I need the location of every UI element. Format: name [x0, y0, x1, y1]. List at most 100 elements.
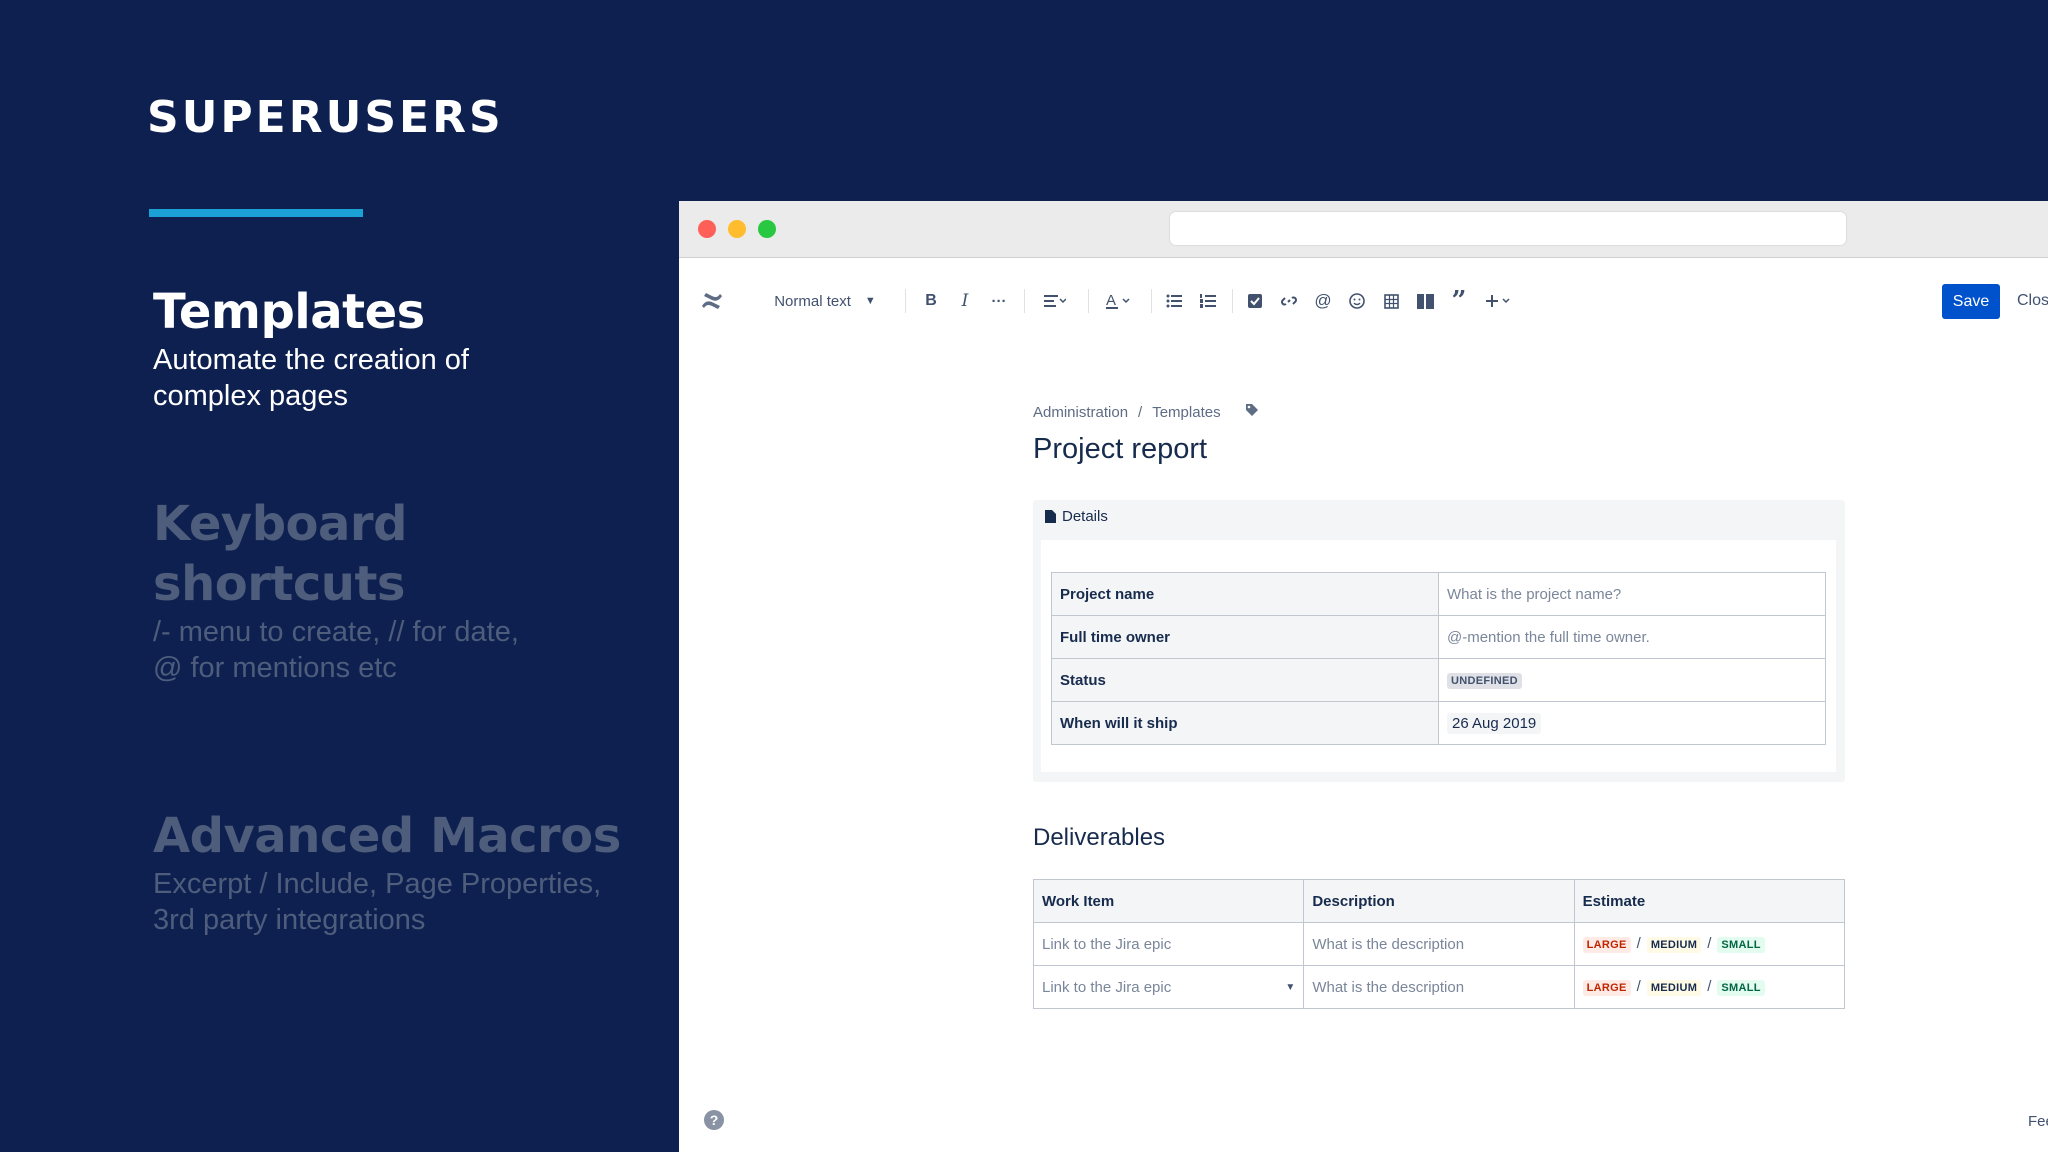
work-item-text: Link to the Jira epic: [1042, 978, 1172, 996]
italic-icon[interactable]: I: [953, 286, 977, 316]
close-button[interactable]: Close: [2017, 292, 2048, 310]
breadcrumb-item-templates[interactable]: Templates: [1152, 404, 1220, 421]
column-header-description[interactable]: Description: [1303, 879, 1575, 923]
work-item-cell[interactable]: Link to the Jira epic: [1032, 922, 1305, 966]
table-row: Link to the Jira epic ▼ What is the desc…: [1032, 965, 1846, 1009]
estimate-separator: /: [1707, 978, 1712, 995]
page-title[interactable]: Project report: [1033, 433, 1207, 466]
link-icon[interactable]: [1277, 286, 1301, 316]
help-icon[interactable]: ?: [703, 1109, 725, 1136]
save-button[interactable]: Save: [1942, 284, 2000, 319]
deliverables-heading[interactable]: Deliverables: [1033, 824, 1165, 852]
chevron-down-icon[interactable]: ▼: [1285, 982, 1295, 993]
section-advanced-macros: Advanced Macros Excerpt / Include, Page …: [153, 806, 621, 938]
minimize-window-button[interactable]: [728, 220, 746, 238]
row-key[interactable]: Full time owner: [1051, 615, 1439, 659]
column-header-work-item[interactable]: Work Item: [1032, 879, 1305, 923]
estimate-cell[interactable]: LARGE / MEDIUM / SMALL: [1573, 922, 1846, 966]
more-formatting-icon[interactable]: ···: [987, 286, 1011, 316]
emoji-icon[interactable]: [1345, 286, 1369, 316]
column-header-estimate[interactable]: Estimate: [1573, 879, 1846, 923]
feedback-link[interactable]: Feedback: [2028, 1113, 2048, 1130]
quote-icon[interactable]: ”: [1447, 286, 1471, 316]
window-titlebar: [679, 201, 2048, 258]
estimate-small-badge[interactable]: SMALL: [1717, 980, 1765, 996]
bold-icon[interactable]: B: [919, 286, 943, 316]
section-title: Templates: [153, 284, 425, 340]
estimate-separator: /: [1707, 935, 1712, 952]
text-style-label: Normal text: [774, 292, 851, 310]
text-color-icon[interactable]: A: [1099, 286, 1139, 316]
toolbar-divider: [905, 289, 906, 313]
mention-icon[interactable]: @: [1311, 286, 1335, 316]
toolbar-divider: [1151, 289, 1152, 313]
brand-wordmark: SUPERUSERS: [147, 92, 504, 143]
estimate-large-badge[interactable]: LARGE: [1582, 980, 1631, 996]
estimate-medium-badge[interactable]: MEDIUM: [1646, 937, 1702, 953]
details-body: Project name What is the project name? F…: [1041, 540, 1836, 772]
align-icon[interactable]: [1035, 286, 1075, 316]
row-key[interactable]: Status: [1051, 658, 1439, 702]
breadcrumb: Administration / Templates: [1033, 403, 1259, 421]
work-item-cell-content: Link to the Jira epic ▼: [1042, 979, 1295, 996]
section-subtitle-line-1: Excerpt / Include, Page Properties,: [153, 868, 602, 900]
section-title-line-2: shortcuts: [153, 556, 405, 612]
maximize-window-button[interactable]: [758, 220, 776, 238]
estimate-separator: /: [1636, 978, 1641, 995]
label-tag-icon[interactable]: [1245, 403, 1259, 421]
table-row: Status UNDEFINED: [1051, 658, 1826, 702]
details-table: Project name What is the project name? F…: [1051, 572, 1826, 745]
section-subtitle-line-2: 3rd party integrations: [153, 904, 426, 936]
layouts-icon[interactable]: [1413, 286, 1437, 316]
toolbar-divider: [1232, 289, 1233, 313]
table-row: Project name What is the project name?: [1051, 572, 1826, 616]
details-label: Details: [1062, 508, 1108, 525]
insert-icon[interactable]: [1481, 286, 1517, 316]
close-window-button[interactable]: [698, 220, 716, 238]
estimate-separator: /: [1636, 935, 1641, 952]
action-item-icon[interactable]: [1243, 286, 1267, 316]
brand-underline: [149, 209, 363, 217]
status-badge[interactable]: UNDEFINED: [1447, 673, 1522, 689]
estimate-large-badge[interactable]: LARGE: [1582, 937, 1631, 953]
breadcrumb-separator: /: [1138, 403, 1143, 421]
estimate-cell[interactable]: LARGE / MEDIUM / SMALL: [1573, 965, 1846, 1009]
section-title: Advanced Macros: [153, 808, 621, 864]
section-subtitle-line-2: @ for mentions etc: [153, 652, 397, 684]
details-panel: Details Project name What is the project…: [1033, 500, 1845, 782]
table-row: When will it ship 26 Aug 2019: [1051, 701, 1826, 745]
ship-date-cell[interactable]: 26 Aug 2019: [1438, 701, 1826, 745]
date-chip[interactable]: 26 Aug 2019: [1447, 712, 1542, 734]
chevron-down-icon: ▼: [864, 295, 876, 307]
toolbar-divider: [1088, 289, 1089, 313]
confluence-logo-icon[interactable]: [697, 286, 727, 316]
address-bar[interactable]: [1170, 212, 1846, 245]
description-cell[interactable]: What is the description: [1303, 922, 1575, 966]
bullet-list-icon[interactable]: [1162, 286, 1186, 316]
table-icon[interactable]: [1379, 286, 1403, 316]
breadcrumb-item-administration[interactable]: Administration: [1033, 404, 1128, 421]
owner-field[interactable]: @-mention the full time owner.: [1438, 615, 1826, 659]
section-subtitle-line-1: Automate the creation of: [153, 344, 469, 376]
section-keyboard-shortcuts: Keyboard shortcuts /- menu to create, //…: [153, 494, 519, 686]
section-templates: Templates Automate the creation of compl…: [153, 282, 469, 414]
work-item-cell[interactable]: Link to the Jira epic ▼: [1032, 965, 1305, 1009]
numbered-list-icon[interactable]: [1196, 286, 1220, 316]
estimate-medium-badge[interactable]: MEDIUM: [1646, 980, 1702, 996]
table-row: Link to the Jira epic What is the descri…: [1032, 922, 1846, 966]
status-cell[interactable]: UNDEFINED: [1438, 658, 1826, 702]
row-key[interactable]: Project name: [1051, 572, 1439, 616]
document-icon: [1045, 510, 1056, 523]
text-style-dropdown[interactable]: Normal text ▼: [765, 286, 885, 316]
deliverables-table: Work Item Description Estimate Link to t…: [1032, 879, 1846, 1009]
section-subtitle-line-1: /- menu to create, // for date,: [153, 616, 519, 648]
table-header-row: Work Item Description Estimate: [1032, 879, 1846, 923]
details-header: Details: [1045, 508, 1108, 525]
section-subtitle-line-2: complex pages: [153, 380, 349, 412]
description-cell[interactable]: What is the description: [1303, 965, 1575, 1009]
table-row: Full time owner @-mention the full time …: [1051, 615, 1826, 659]
row-key[interactable]: When will it ship: [1051, 701, 1439, 745]
estimate-small-badge[interactable]: SMALL: [1717, 937, 1765, 953]
svg-text:?: ?: [710, 1112, 719, 1128]
project-name-field[interactable]: What is the project name?: [1438, 572, 1826, 616]
